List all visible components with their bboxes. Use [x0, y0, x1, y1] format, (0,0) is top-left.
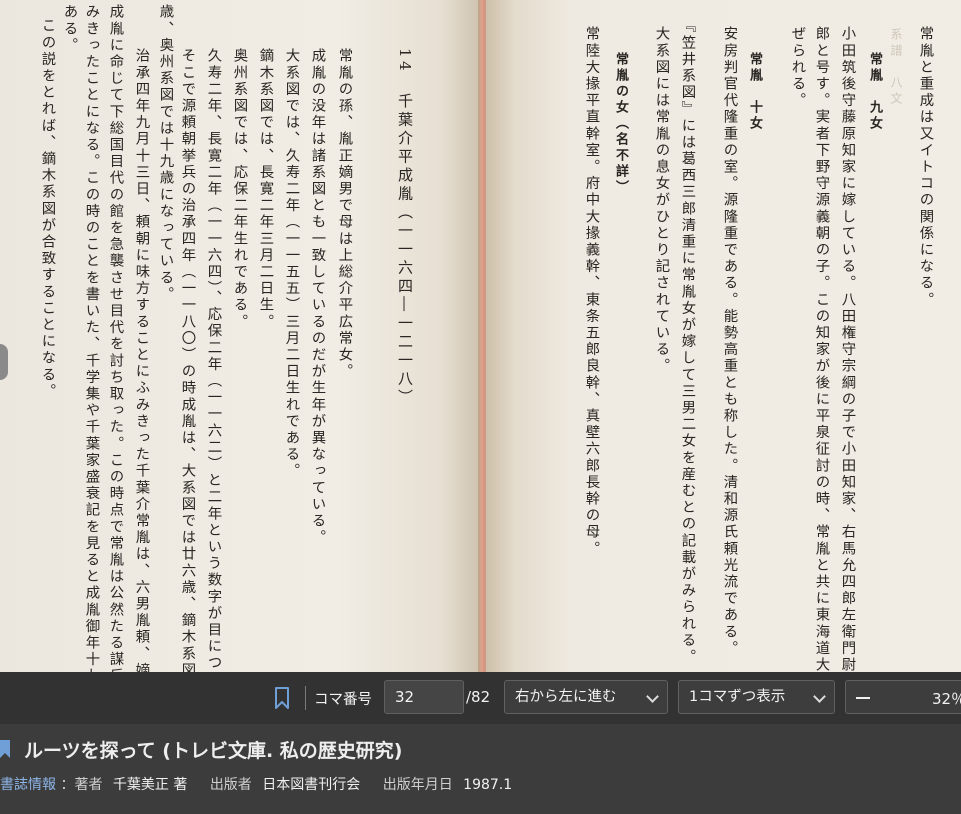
- frame-number-label: コマ番号: [314, 692, 372, 708]
- book-title: ルーツを探って (トレビ文庫. 私の歴史研究): [24, 740, 403, 762]
- book-icon: [0, 740, 10, 758]
- left_page-line: この説をとれば、鏑木系図が合致することになる。: [39, 18, 56, 400]
- book-viewer[interactable]: 常胤と重成は又イトコの関係になる。 常胤 九女 小田筑後守藤原知家に嫁している。八田…: [0, 0, 961, 672]
- display-mode-value: 1コマずつ表示: [689, 689, 786, 705]
- left_page-line: 鏑木系図では、長寛二年三月二日生。: [257, 48, 274, 331]
- publisher-label: 出版者: [209, 777, 252, 793]
- bibliographic-info: 書誌情報 ：著者 千葉美正 著 出版者 日本図書刊行会 出版年月日 1987.1: [0, 774, 530, 794]
- publisher-value: 日本図書刊行会: [262, 777, 361, 793]
- right_page-line: 安房判官代隆重の室。源隆重である。能勢高重とも称した。清和源氏頼光流である。: [721, 26, 738, 657]
- publish-date-value: 1987.1: [463, 777, 513, 793]
- author-value: 千葉美正 著: [112, 777, 188, 793]
- page-header-faint: 系譜 八文: [889, 28, 903, 108]
- right_page-line: 小田筑後守藤原知家に嫁している。八田権守宗綱の子で小田知家、右馬允四郎左衛門尉八…: [839, 26, 856, 672]
- display-mode-select[interactable]: 1コマずつ表示: [678, 680, 835, 714]
- left_page-line: 大系図では、久寿二年（一一五五）三月二日生れである。: [283, 48, 300, 480]
- frame-number-input[interactable]: [384, 680, 464, 714]
- left_page-line: 14 千葉介平成胤（一一六四―一二一八）: [396, 48, 414, 408]
- left_page-line: 成胤に命じて下総国目代の館を急襲させ目代を討ち取った。この時点で常胤は公然たる謀…: [107, 4, 124, 672]
- author-label: ：著者: [60, 777, 103, 793]
- left_page-line: ある。: [61, 4, 78, 54]
- right_page-line: 大系図には常胤の息女がひとり記されている。: [653, 26, 670, 375]
- right_page-line: 常胤の女（名不詳）: [613, 52, 628, 196]
- page-direction-select[interactable]: 右から左に進む: [504, 680, 668, 714]
- bibliographic-info-link[interactable]: 書誌情報: [0, 777, 56, 793]
- right_page-line: 常胤と重成は又イトコの関係になる。: [917, 26, 934, 309]
- viewer-toolbar: コマ番号 /82 右から左に進む 1コマずつ表示 32％: [0, 672, 961, 724]
- publish-date-label: 出版年月日: [382, 777, 453, 793]
- left_page-line: 常胤の孫、胤正嫡男で母は上総介平広常女。: [336, 48, 353, 380]
- chevron-down-icon: [813, 690, 826, 703]
- toolbar-divider: [305, 686, 306, 710]
- zoom-control: 32％: [845, 680, 961, 714]
- page-direction-value: 右から左に進む: [515, 689, 617, 705]
- right_page-line: ぜられる。: [789, 26, 806, 109]
- left_page-line: 奥州系図では、応保二年生れである。: [231, 48, 248, 331]
- left_page-line: そこで源頼朝挙兵の治承四年（一一八〇）の時成胤は、大系図では廿六歳、鏑木系図では…: [179, 48, 196, 672]
- right_page-line: 常陸大掾平直幹室。府中大掾義幹、東条五郎良幹、真壁六郎長幹の母。: [583, 26, 600, 558]
- previous-page-handle[interactable]: [0, 344, 8, 380]
- frame-total: /82: [466, 688, 491, 706]
- left_page-line: 治承四年九月十三日、頼朝に味方することにふみきった千葉介常胤は、六男胤頼、嫡孫小…: [133, 48, 150, 672]
- right_page-line: 常胤 十女: [747, 52, 762, 132]
- right_page-line: 常胤 九女: [867, 52, 882, 132]
- left_page-line: みきったことになる。この時のことを書いた、千学集や千葉家盛衰記を見ると成胤御年十…: [83, 4, 100, 672]
- book-info-panel: ルーツを探って (トレビ文庫. 私の歴史研究) 書誌情報 ：著者 千葉美正 著 …: [0, 724, 961, 814]
- left_page-line: 久寿二年、長寛二年（一一六四）、応保二年（一一六二）と二年という数字が目について…: [205, 48, 222, 672]
- bookmark-icon[interactable]: [271, 686, 293, 710]
- chevron-down-icon: [646, 690, 659, 703]
- left_page-line: 成胤の没年は諸系図とも一致しているのだが生年が異なっている。: [309, 48, 326, 546]
- zoom-level[interactable]: 32％: [932, 688, 961, 709]
- right_page-line: 『笠井系図』には葛西三郎清重に常胤女が嫁して三男二女を産むとの記載がみられる。: [679, 18, 696, 666]
- zoom-out-icon[interactable]: [856, 697, 870, 699]
- right_page-line: 郎と号す。実者下野守源義朝の子。この知家が後に平泉征討の時、常胤と共に東海道大将…: [813, 26, 830, 672]
- left_page-line: 歳、奥州系図では十九歳になっている。: [157, 4, 174, 303]
